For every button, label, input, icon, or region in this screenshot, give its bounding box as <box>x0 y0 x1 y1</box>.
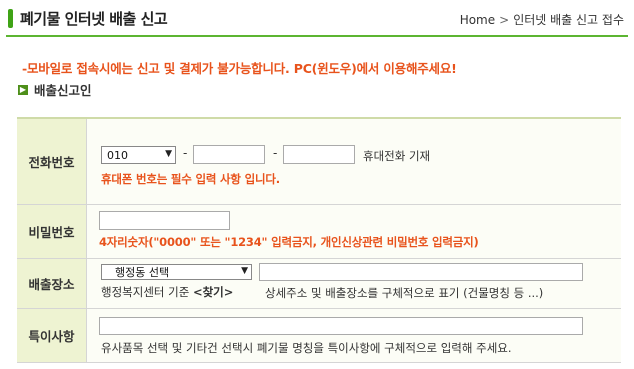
password-warning: 4자리숫자("0000" 또는 "1234" 입력금지, 개인신상관련 비밀번호… <box>99 235 479 249</box>
bullet-arrow-icon: ▶ <box>18 84 28 95</box>
phone-warning: 휴대폰 번호는 필수 입력 사항 입니다. <box>101 172 280 186</box>
chevron-down-icon: ▼ <box>165 149 172 159</box>
title-bar-icon <box>8 9 13 28</box>
password-row: 비밀번호 4자리숫자("0000" 또는 "1234" 입력금지, 개인신상관련… <box>17 205 621 259</box>
phone-prefix-select[interactable]: 010 ▼ <box>101 146 176 164</box>
phone-label: 전화번호 <box>17 119 87 204</box>
remarks-label: 특이사항 <box>17 309 87 362</box>
location-label: 배출장소 <box>17 259 87 308</box>
district-select[interactable]: 행정동 선택 ▼ <box>101 264 252 280</box>
district-hint-text: 행정복지센터 기준 <box>101 285 193 299</box>
section-title: ▶ 배출신고인 <box>18 80 92 99</box>
phone-row: 전화번호 010 ▼ - - 휴대전화 기재 휴대폰 번호는 필수 입력 사항 … <box>17 119 621 205</box>
mobile-notice: -모바일로 접속시에는 신고 및 결제가 불가능합니다. PC(윈도우)에서 이… <box>22 61 457 76</box>
chevron-down-icon: ▼ <box>241 266 248 276</box>
report-form: 전화번호 010 ▼ - - 휴대전화 기재 휴대폰 번호는 필수 입력 사항 … <box>17 117 621 363</box>
location-detail-input[interactable] <box>259 263 583 281</box>
phone-hint: 휴대전화 기재 <box>363 149 431 163</box>
location-row: 배출장소 행정동 선택 ▼ 행정복지센터 기준 <찾기> 상세주소 및 배출장소… <box>17 259 621 309</box>
breadcrumb-current: 인터넷 배출 신고 접수 <box>513 13 624 27</box>
district-select-value: 행정동 선택 <box>115 266 170 279</box>
location-detail-hint: 상세주소 및 배출장소를 구체적으로 표기 (건물명칭 등 ...) <box>265 286 544 300</box>
phone-dash-2: - <box>273 146 278 160</box>
phone-last-input[interactable] <box>283 145 355 164</box>
breadcrumb-home-link[interactable]: Home <box>460 13 495 27</box>
password-label: 비밀번호 <box>17 205 87 258</box>
find-link[interactable]: <찾기> <box>193 285 233 299</box>
phone-middle-input[interactable] <box>193 145 265 164</box>
remarks-hint: 유사품목 선택 및 기타건 선택시 폐기물 명칭을 특이사항에 구체적으로 입력… <box>101 341 512 355</box>
header-divider <box>6 35 628 37</box>
page-header: 폐기물 인터넷 배출 신고 Home > 인터넷 배출 신고 접수 <box>0 0 634 38</box>
phone-prefix-value: 010 <box>107 148 128 162</box>
page-title: 폐기물 인터넷 배출 신고 <box>20 10 168 28</box>
section-title-label: 배출신고인 <box>34 83 92 98</box>
breadcrumb: Home > 인터넷 배출 신고 접수 <box>460 11 624 28</box>
password-input[interactable] <box>99 211 230 230</box>
phone-dash-1: - <box>183 146 188 160</box>
remarks-row: 특이사항 유사품목 선택 및 기타건 선택시 폐기물 명칭을 특이사항에 구체적… <box>17 309 621 363</box>
remarks-input[interactable] <box>99 317 583 335</box>
district-hint: 행정복지센터 기준 <찾기> <box>101 284 233 300</box>
breadcrumb-separator-icon: > <box>499 12 510 27</box>
